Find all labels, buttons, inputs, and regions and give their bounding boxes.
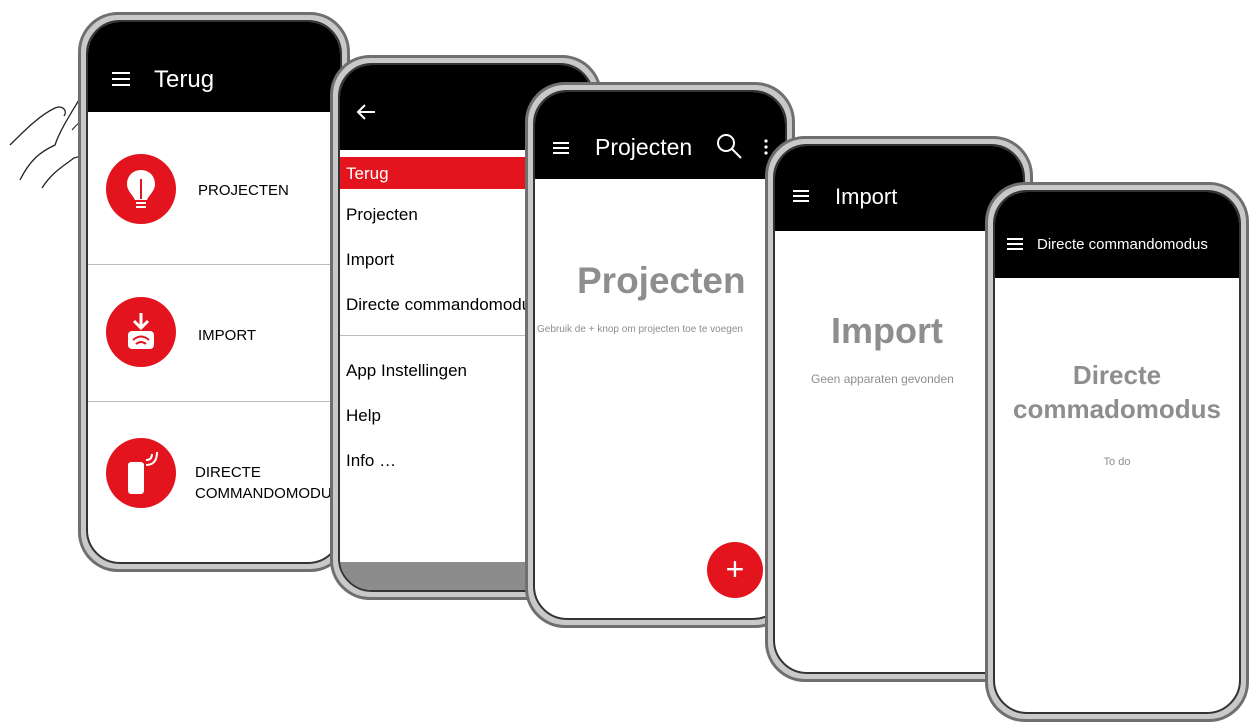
app-bar-title: Import <box>835 184 898 209</box>
more-vert-icon[interactable] <box>763 138 769 156</box>
directe-label: DIRECTE COMMANDOMODUS <box>195 462 342 504</box>
home-item-directe[interactable]: DIRECTE COMMANDOMODUS <box>88 402 340 552</box>
home-item-import[interactable]: IMPORT <box>88 265 340 401</box>
menu-item-projecten[interactable]: Projecten <box>346 205 418 225</box>
app-bar-5: Directe commandomodus <box>995 192 1239 278</box>
back-arrow-icon[interactable] <box>356 103 376 121</box>
heading-line1: Directe <box>1072 360 1162 390</box>
todo-message: To do <box>1103 456 1131 468</box>
menu-item-directe-commandomodus[interactable]: Directe commandomodus <box>346 295 540 315</box>
screen-3: Projecten Projecten Gebruik de + knop om… <box>533 90 787 620</box>
projecten-label: PROJECTEN <box>198 182 289 199</box>
page-heading: Projecten <box>577 260 746 301</box>
remote-control-icon <box>128 451 158 494</box>
hamburger-menu-icon[interactable] <box>1007 238 1023 250</box>
page-heading: Import <box>831 310 943 351</box>
hamburger-menu-icon[interactable] <box>553 142 569 154</box>
empty-message: Geen apparaten gevonden <box>811 372 954 386</box>
menu-item-app-instellingen[interactable]: App Instellingen <box>346 361 467 381</box>
app-bar-1: Terug <box>88 22 340 112</box>
import-label: IMPORT <box>198 327 257 344</box>
heading-line2: commadomodus <box>1012 394 1222 424</box>
menu-item-import[interactable]: Import <box>346 250 394 270</box>
menu-item-help[interactable]: Help <box>346 406 381 426</box>
app-bar-title: Projecten <box>595 134 693 160</box>
menu-item-label: Terug <box>346 164 389 183</box>
directe-label-line1: DIRECTE <box>195 464 261 481</box>
app-bar-title: Directe commandomodus <box>1037 236 1208 253</box>
search-icon[interactable] <box>715 132 743 160</box>
empty-hint: Gebruik de + knop om projecten toe te vo… <box>537 324 743 335</box>
add-fab-button[interactable]: + <box>707 542 763 598</box>
page-heading: Directe commadomodus <box>995 358 1239 426</box>
import-circle <box>106 297 176 367</box>
phone-1: Terug PROJECTEN IMPORT DIRECTE COMMANDOM… <box>78 12 350 572</box>
screen-5: Directe commandomodus Directe commadomod… <box>993 190 1241 714</box>
screen-1: Terug PROJECTEN IMPORT DIRECTE COMMANDOM… <box>86 20 342 564</box>
add-icon: + <box>725 551 745 587</box>
phone-5: Directe commandomodus Directe commadomod… <box>985 182 1249 722</box>
projecten-circle <box>106 154 176 224</box>
app-bar-3: Projecten <box>535 92 785 179</box>
hamburger-menu-icon[interactable] <box>793 190 809 202</box>
app-bar-title: Terug <box>154 66 215 93</box>
hamburger-menu-icon[interactable] <box>112 72 130 86</box>
directe-label-line2: COMMANDOMODUS <box>195 485 342 502</box>
lightbulb-icon <box>127 170 155 208</box>
download-wifi-icon <box>128 313 154 349</box>
phone-3: Projecten Projecten Gebruik de + knop om… <box>525 82 795 628</box>
home-item-projecten[interactable]: PROJECTEN <box>88 112 340 264</box>
menu-item-info[interactable]: Info … <box>346 451 396 471</box>
directe-circle <box>106 438 176 508</box>
